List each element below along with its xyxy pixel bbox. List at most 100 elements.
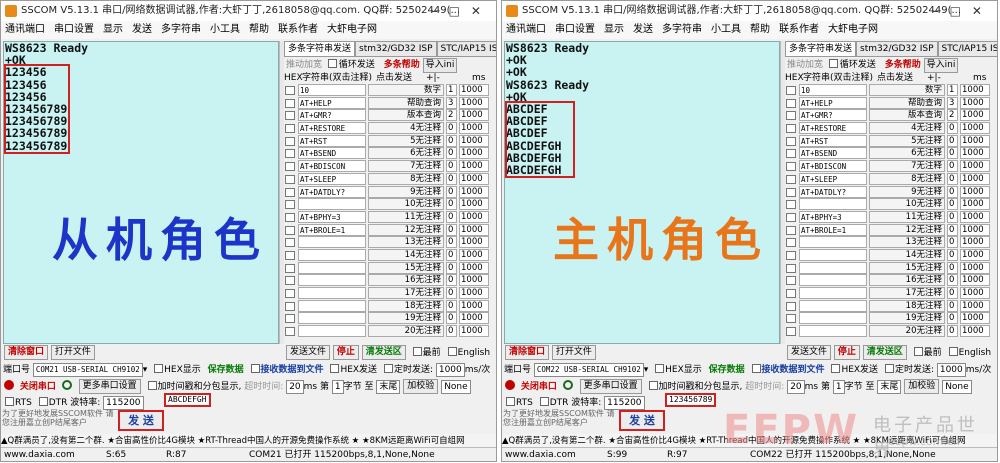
delay-input[interactable]: 1000	[459, 210, 489, 223]
save-data-button[interactable]: 保存数据	[208, 365, 244, 375]
multi-help-button[interactable]: 多条帮助	[885, 60, 921, 70]
command-input[interactable]	[298, 325, 366, 338]
order-input[interactable]: 0	[446, 122, 457, 135]
command-input[interactable]	[298, 274, 366, 287]
hex-checkbox[interactable]	[285, 111, 295, 121]
menu-item[interactable]: 多字符串	[161, 24, 201, 35]
loop-send-checkbox[interactable]	[327, 59, 337, 68]
delay-input[interactable]: 1000	[960, 287, 990, 299]
header-plus-minus[interactable]: +|-	[927, 73, 941, 84]
command-input[interactable]: AT+RST	[799, 134, 867, 147]
click-send-button[interactable]: 版本查询	[368, 109, 444, 122]
refresh-icon[interactable]	[562, 380, 573, 390]
click-send-button[interactable]: 7无注释	[368, 160, 444, 173]
command-input[interactable]: AT+BSEND	[799, 147, 867, 160]
hex-checkbox[interactable]	[285, 149, 295, 159]
window-controls[interactable]: –□✕	[933, 1, 993, 21]
verify-button[interactable]: 加校验	[403, 379, 439, 394]
delay-input[interactable]: 1000	[960, 147, 990, 160]
order-input[interactable]: 0	[947, 172, 958, 185]
hex-checkbox[interactable]	[786, 111, 796, 121]
click-send-button[interactable]: 数字	[368, 84, 444, 96]
command-input[interactable]	[298, 312, 366, 325]
order-input[interactable]: 0	[947, 160, 958, 173]
order-input[interactable]: 0	[947, 248, 958, 261]
command-input[interactable]: AT+GMR?	[799, 109, 867, 122]
chevron-down-icon[interactable]: ▾	[644, 365, 649, 375]
order-input[interactable]: 0	[947, 287, 958, 299]
delay-input[interactable]: 1000	[960, 210, 990, 223]
command-input[interactable]: AT+RESTORE	[799, 122, 867, 135]
order-input[interactable]: 0	[947, 185, 958, 198]
command-input[interactable]: AT+BDISCON	[298, 160, 366, 173]
import-ini-button[interactable]: 导入ini	[923, 58, 959, 73]
order-input[interactable]: 0	[947, 122, 958, 135]
click-send-button[interactable]: 9无注释	[368, 185, 444, 198]
loop-send-checkbox[interactable]	[828, 59, 838, 68]
timed-send-checkbox[interactable]	[383, 364, 393, 373]
delay-input[interactable]: 1000	[960, 134, 990, 147]
hex-checkbox[interactable]	[786, 162, 796, 172]
send-file-button[interactable]: 发送文件	[286, 345, 331, 360]
command-input[interactable]	[799, 261, 867, 274]
order-input[interactable]: 1	[446, 84, 457, 96]
hex-checkbox[interactable]	[786, 276, 796, 286]
click-send-button[interactable]: 14无注释	[869, 248, 945, 261]
delay-input[interactable]: 1000	[459, 274, 489, 287]
delay-input[interactable]: 1000	[459, 185, 489, 198]
tab-multi-string[interactable]: 多条字符串发送	[785, 41, 857, 56]
command-input[interactable]	[298, 287, 366, 299]
order-input[interactable]: 0	[446, 198, 457, 211]
tab-stm32-isp[interactable]: stm32/GD32 ISP	[355, 41, 437, 56]
delay-input[interactable]: 1000	[960, 299, 990, 312]
verify-button[interactable]: 加校验	[904, 379, 940, 394]
order-input[interactable]: 0	[947, 210, 958, 223]
english-checkbox[interactable]	[948, 347, 958, 356]
menu-item[interactable]: 小工具	[210, 24, 240, 35]
menu-item[interactable]: 发送	[132, 24, 152, 35]
delay-input[interactable]: 1000	[960, 274, 990, 287]
window-controls[interactable]: –□✕	[432, 1, 492, 21]
hex-checkbox[interactable]	[786, 212, 796, 222]
send-input[interactable]: ABCDEFGH	[164, 393, 211, 407]
tab-stm32-isp[interactable]: stm32/GD32 ISP	[856, 41, 938, 56]
baud-select[interactable]: 115200	[103, 395, 144, 410]
baud-select[interactable]: 115200	[604, 395, 645, 410]
delay-input[interactable]: 1000	[459, 325, 489, 338]
menu-item[interactable]: 联系作者	[779, 24, 819, 35]
order-input[interactable]: 0	[446, 172, 457, 185]
byte-input[interactable]: 1	[331, 379, 344, 394]
delay-input[interactable]: 1000	[459, 223, 489, 236]
hex-checkbox[interactable]	[786, 200, 796, 210]
hex-send-checkbox[interactable]	[330, 364, 340, 373]
delay-input[interactable]: 1000	[960, 185, 990, 198]
tail-select[interactable]: 末尾	[877, 379, 902, 394]
clear-send-area-button[interactable]: 清发送区	[862, 345, 907, 360]
order-input[interactable]: 0	[947, 147, 958, 160]
delay-input[interactable]: 1000	[459, 312, 489, 325]
delay-input[interactable]: 1000	[960, 312, 990, 325]
delay-input[interactable]: 1000	[960, 96, 990, 109]
recv-to-file-checkbox[interactable]	[751, 364, 761, 373]
click-send-button[interactable]: 10无注释	[869, 198, 945, 211]
command-input[interactable]	[799, 274, 867, 287]
hex-send-checkbox[interactable]	[831, 364, 841, 373]
port-select[interactable]: COM22 USB-SERIAL CH9102	[533, 362, 644, 377]
order-input[interactable]: 0	[947, 299, 958, 312]
always-on-top-checkbox[interactable]	[913, 347, 923, 356]
receive-area[interactable]: WS8623 Ready +OK 123456 123456 123456 1234567…	[3, 41, 279, 344]
chevron-down-icon[interactable]: ▾	[143, 365, 148, 375]
delay-input[interactable]: 1000	[459, 261, 489, 274]
order-input[interactable]: 0	[947, 134, 958, 147]
clear-window-button[interactable]: 清除窗口	[505, 345, 550, 360]
news-ticker[interactable]: ▲Q群满员了,没有第二个群. ★合宙高性价比4G模块 ★RT-Thread中国人…	[1, 434, 496, 448]
click-send-button[interactable]: 9无注释	[869, 185, 945, 198]
click-send-button[interactable]: 15无注释	[869, 261, 945, 274]
delay-input[interactable]: 1000	[459, 287, 489, 299]
clear-send-area-button[interactable]: 清发送区	[361, 345, 406, 360]
command-input[interactable]: AT+BPHY=3	[799, 210, 867, 223]
hex-checkbox[interactable]	[786, 314, 796, 324]
header-plus-minus[interactable]: +|-	[426, 73, 440, 84]
click-send-button[interactable]: 12无注释	[368, 223, 444, 236]
close-port-button[interactable]: 关闭串口	[20, 382, 56, 392]
